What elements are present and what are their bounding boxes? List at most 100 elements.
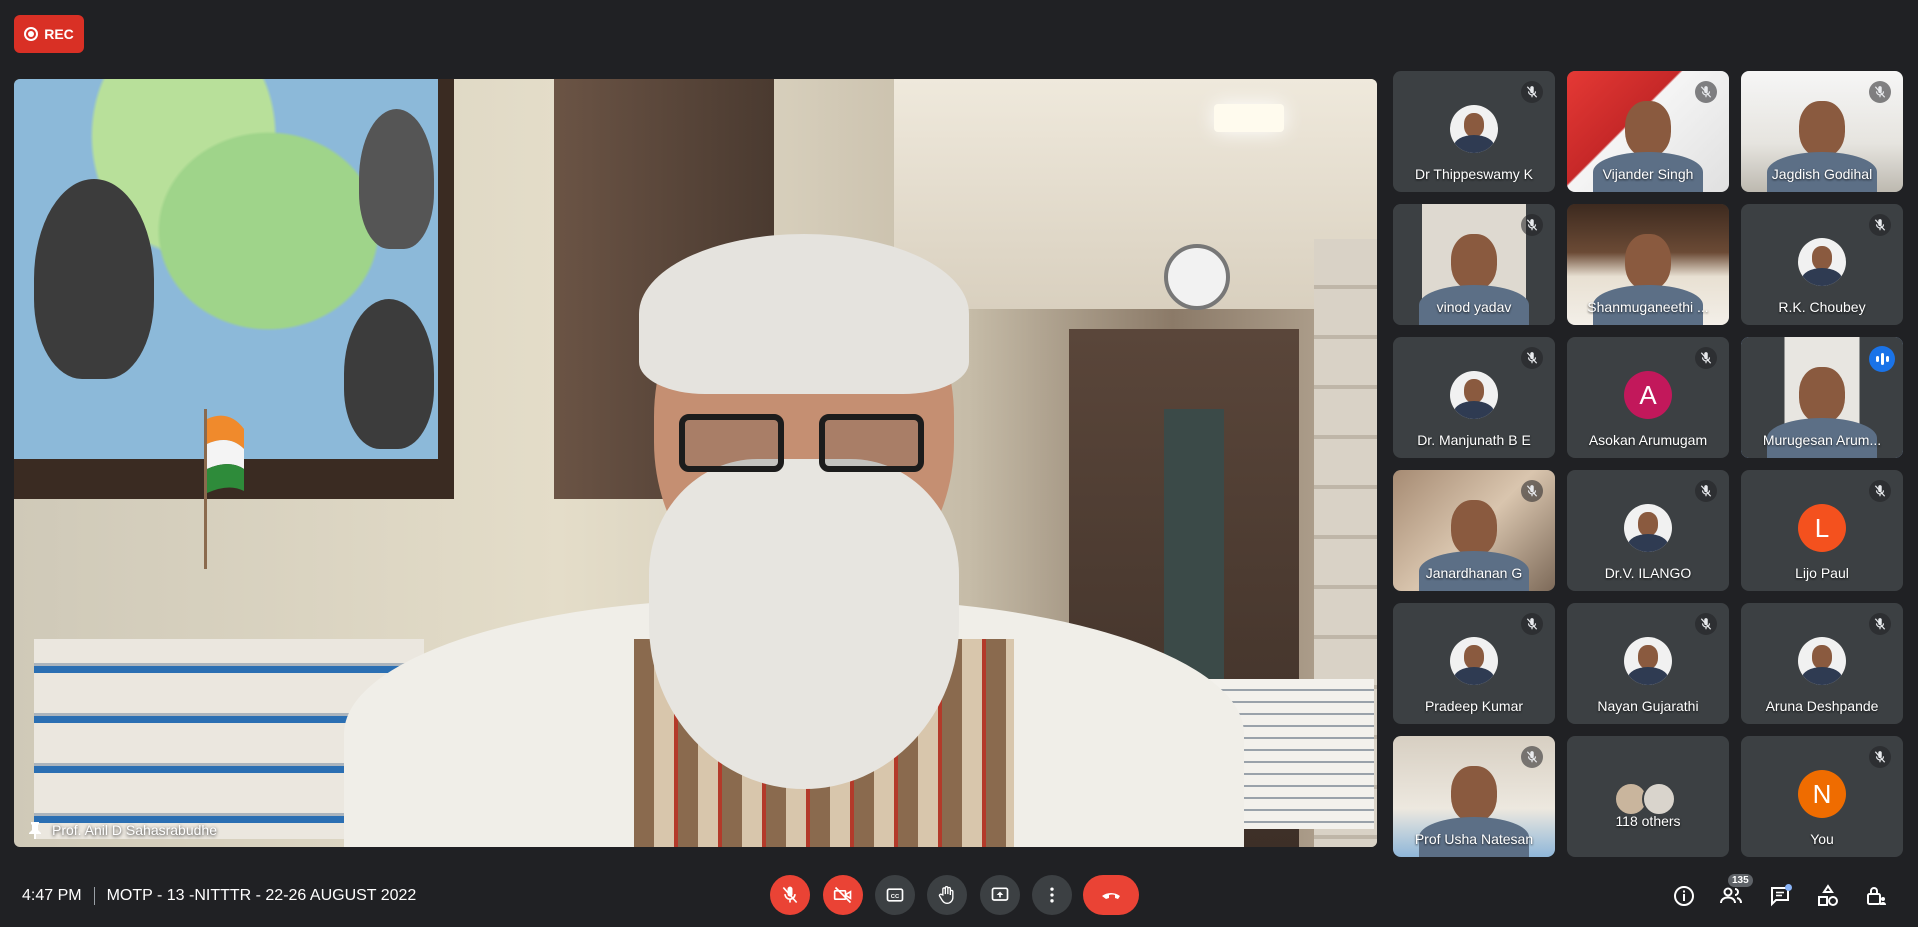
people-button[interactable]: 135 [1718,874,1753,909]
participant-tile[interactable]: Aruna Deshpande [1741,603,1903,724]
participant-name: Aruna Deshpande [1765,698,1879,714]
participant-tile[interactable]: Dr.V. ILANGO [1567,470,1729,591]
host-controls-button[interactable] [1863,883,1889,909]
pin-icon[interactable] [28,821,42,839]
svg-text:CC: CC [891,894,900,900]
participant-tile[interactable]: Murugesan Arum... [1741,337,1903,458]
present-screen-button[interactable] [980,875,1020,915]
participant-tile[interactable]: vinod yadav [1393,204,1555,325]
mic-off-icon [782,886,798,904]
record-icon [24,27,39,41]
background-light [1214,104,1284,132]
captions-button[interactable]: CC [875,875,915,915]
main-speaker-name: Prof. Anil D Sahasrabudhe [52,822,217,838]
mic-off-icon [1695,613,1717,635]
mic-off-icon [1869,81,1891,103]
more-options-button[interactable] [1032,875,1072,915]
participant-name: Nayan Gujarathi [1597,698,1699,714]
mic-off-icon [1521,347,1543,369]
participant-avatar [1642,782,1676,816]
participant-avatar [1798,637,1846,685]
speaking-indicator-icon [1869,346,1895,372]
lock-person-icon [1867,887,1886,905]
mic-off-icon [1869,613,1891,635]
participant-avatar: N [1798,770,1846,818]
hang-up-icon [1102,893,1120,899]
recording-badge: REC [14,15,84,53]
main-speaker-video[interactable]: Prof. Anil D Sahasrabudhe [14,79,1377,847]
participant-name: Shanmuganeethi ... [1587,299,1709,315]
participant-avatar [1450,637,1498,685]
participant-tile[interactable]: Pradeep Kumar [1393,603,1555,724]
leave-call-button[interactable] [1083,875,1139,915]
hand-icon [938,886,954,905]
mic-off-icon [1521,214,1543,236]
participant-tile[interactable]: R.K. Choubey [1741,204,1903,325]
background-clock [1164,244,1230,310]
background-ceiling [894,79,1377,309]
activities-icon [1818,884,1838,906]
activities-button[interactable] [1815,883,1841,909]
mic-off-icon [1521,81,1543,103]
present-icon [991,887,1009,901]
participant-tile[interactable]: L Lijo Paul [1741,470,1903,591]
participant-name: Jagdish Godihal [1771,166,1873,182]
mic-off-icon [1521,746,1543,768]
mic-off-icon [1695,347,1717,369]
participant-tile[interactable]: Dr. Manjunath B E [1393,337,1555,458]
mic-off-icon [1521,613,1543,635]
participant-name: Dr. Manjunath B E [1417,432,1531,448]
participant-tile[interactable]: Janardhanan G [1393,470,1555,591]
people-icon [1720,887,1742,904]
mic-off-icon [1869,746,1891,768]
background-portrait [344,299,434,449]
current-time: 4:47 PM [22,887,82,904]
participant-avatar [1798,238,1846,286]
participant-tile[interactable]: A Asokan Arumugam [1567,337,1729,458]
bottom-toolbar: 4:47 PM MOTP - 13 -NITTTR - 22-26 AUGUST… [0,867,1918,927]
participant-avatar: L [1798,504,1846,552]
participant-name: Dr Thippeswamy K [1414,166,1533,182]
recording-label: REC [44,26,74,42]
others-avatars [1614,782,1676,816]
chat-button[interactable] [1767,883,1793,909]
main-speaker-name-label: Prof. Anil D Sahasrabudhe [28,821,217,839]
camera-toggle-button[interactable] [823,875,863,915]
participant-name: Pradeep Kumar [1424,698,1524,714]
more-vert-icon [1050,887,1054,903]
microphone-toggle-button[interactable] [770,875,810,915]
mic-off-icon [1869,214,1891,236]
background-portrait [359,109,434,249]
participant-name: Vijander Singh [1602,166,1694,182]
participant-name: Dr.V. ILANGO [1604,565,1692,581]
participant-tile[interactable]: Jagdish Godihal [1741,71,1903,192]
divider [93,887,95,905]
participant-tile[interactable]: Nayan Gujarathi [1567,603,1729,724]
meeting-details-button[interactable] [1671,883,1697,909]
participant-avatar [1450,371,1498,419]
mic-off-icon [1869,480,1891,502]
raise-hand-button[interactable] [927,875,967,915]
participant-name: Asokan Arumugam [1588,432,1708,448]
participant-name: Murugesan Arum... [1762,432,1882,448]
participant-name: R.K. Choubey [1778,299,1866,315]
participant-tile[interactable]: 118 others [1567,736,1729,857]
participant-tile[interactable]: Shanmuganeethi ... [1567,204,1729,325]
participant-tile[interactable]: Dr Thippeswamy K [1393,71,1555,192]
participant-tile[interactable]: Vijander Singh [1567,71,1729,192]
participant-tile[interactable]: Prof Usha Natesan [1393,736,1555,857]
participant-name: 118 others [1615,813,1681,829]
participant-tile[interactable]: N You [1741,736,1903,857]
participant-name: Prof Usha Natesan [1414,831,1534,847]
participant-name: vinod yadav [1436,299,1512,315]
flag [204,409,244,569]
participant-avatar [1624,637,1672,685]
participant-avatar: A [1624,371,1672,419]
speaker-glasses [679,414,929,474]
meeting-info: 4:47 PM MOTP - 13 -NITTTR - 22-26 AUGUST… [22,887,416,905]
chat-notification-dot [1785,884,1792,891]
meeting-title: MOTP - 13 -NITTTR - 22-26 AUGUST 2022 [106,887,417,904]
speaker-beard [649,459,959,789]
camera-off-icon [833,886,852,904]
speaker-hair [639,234,969,394]
